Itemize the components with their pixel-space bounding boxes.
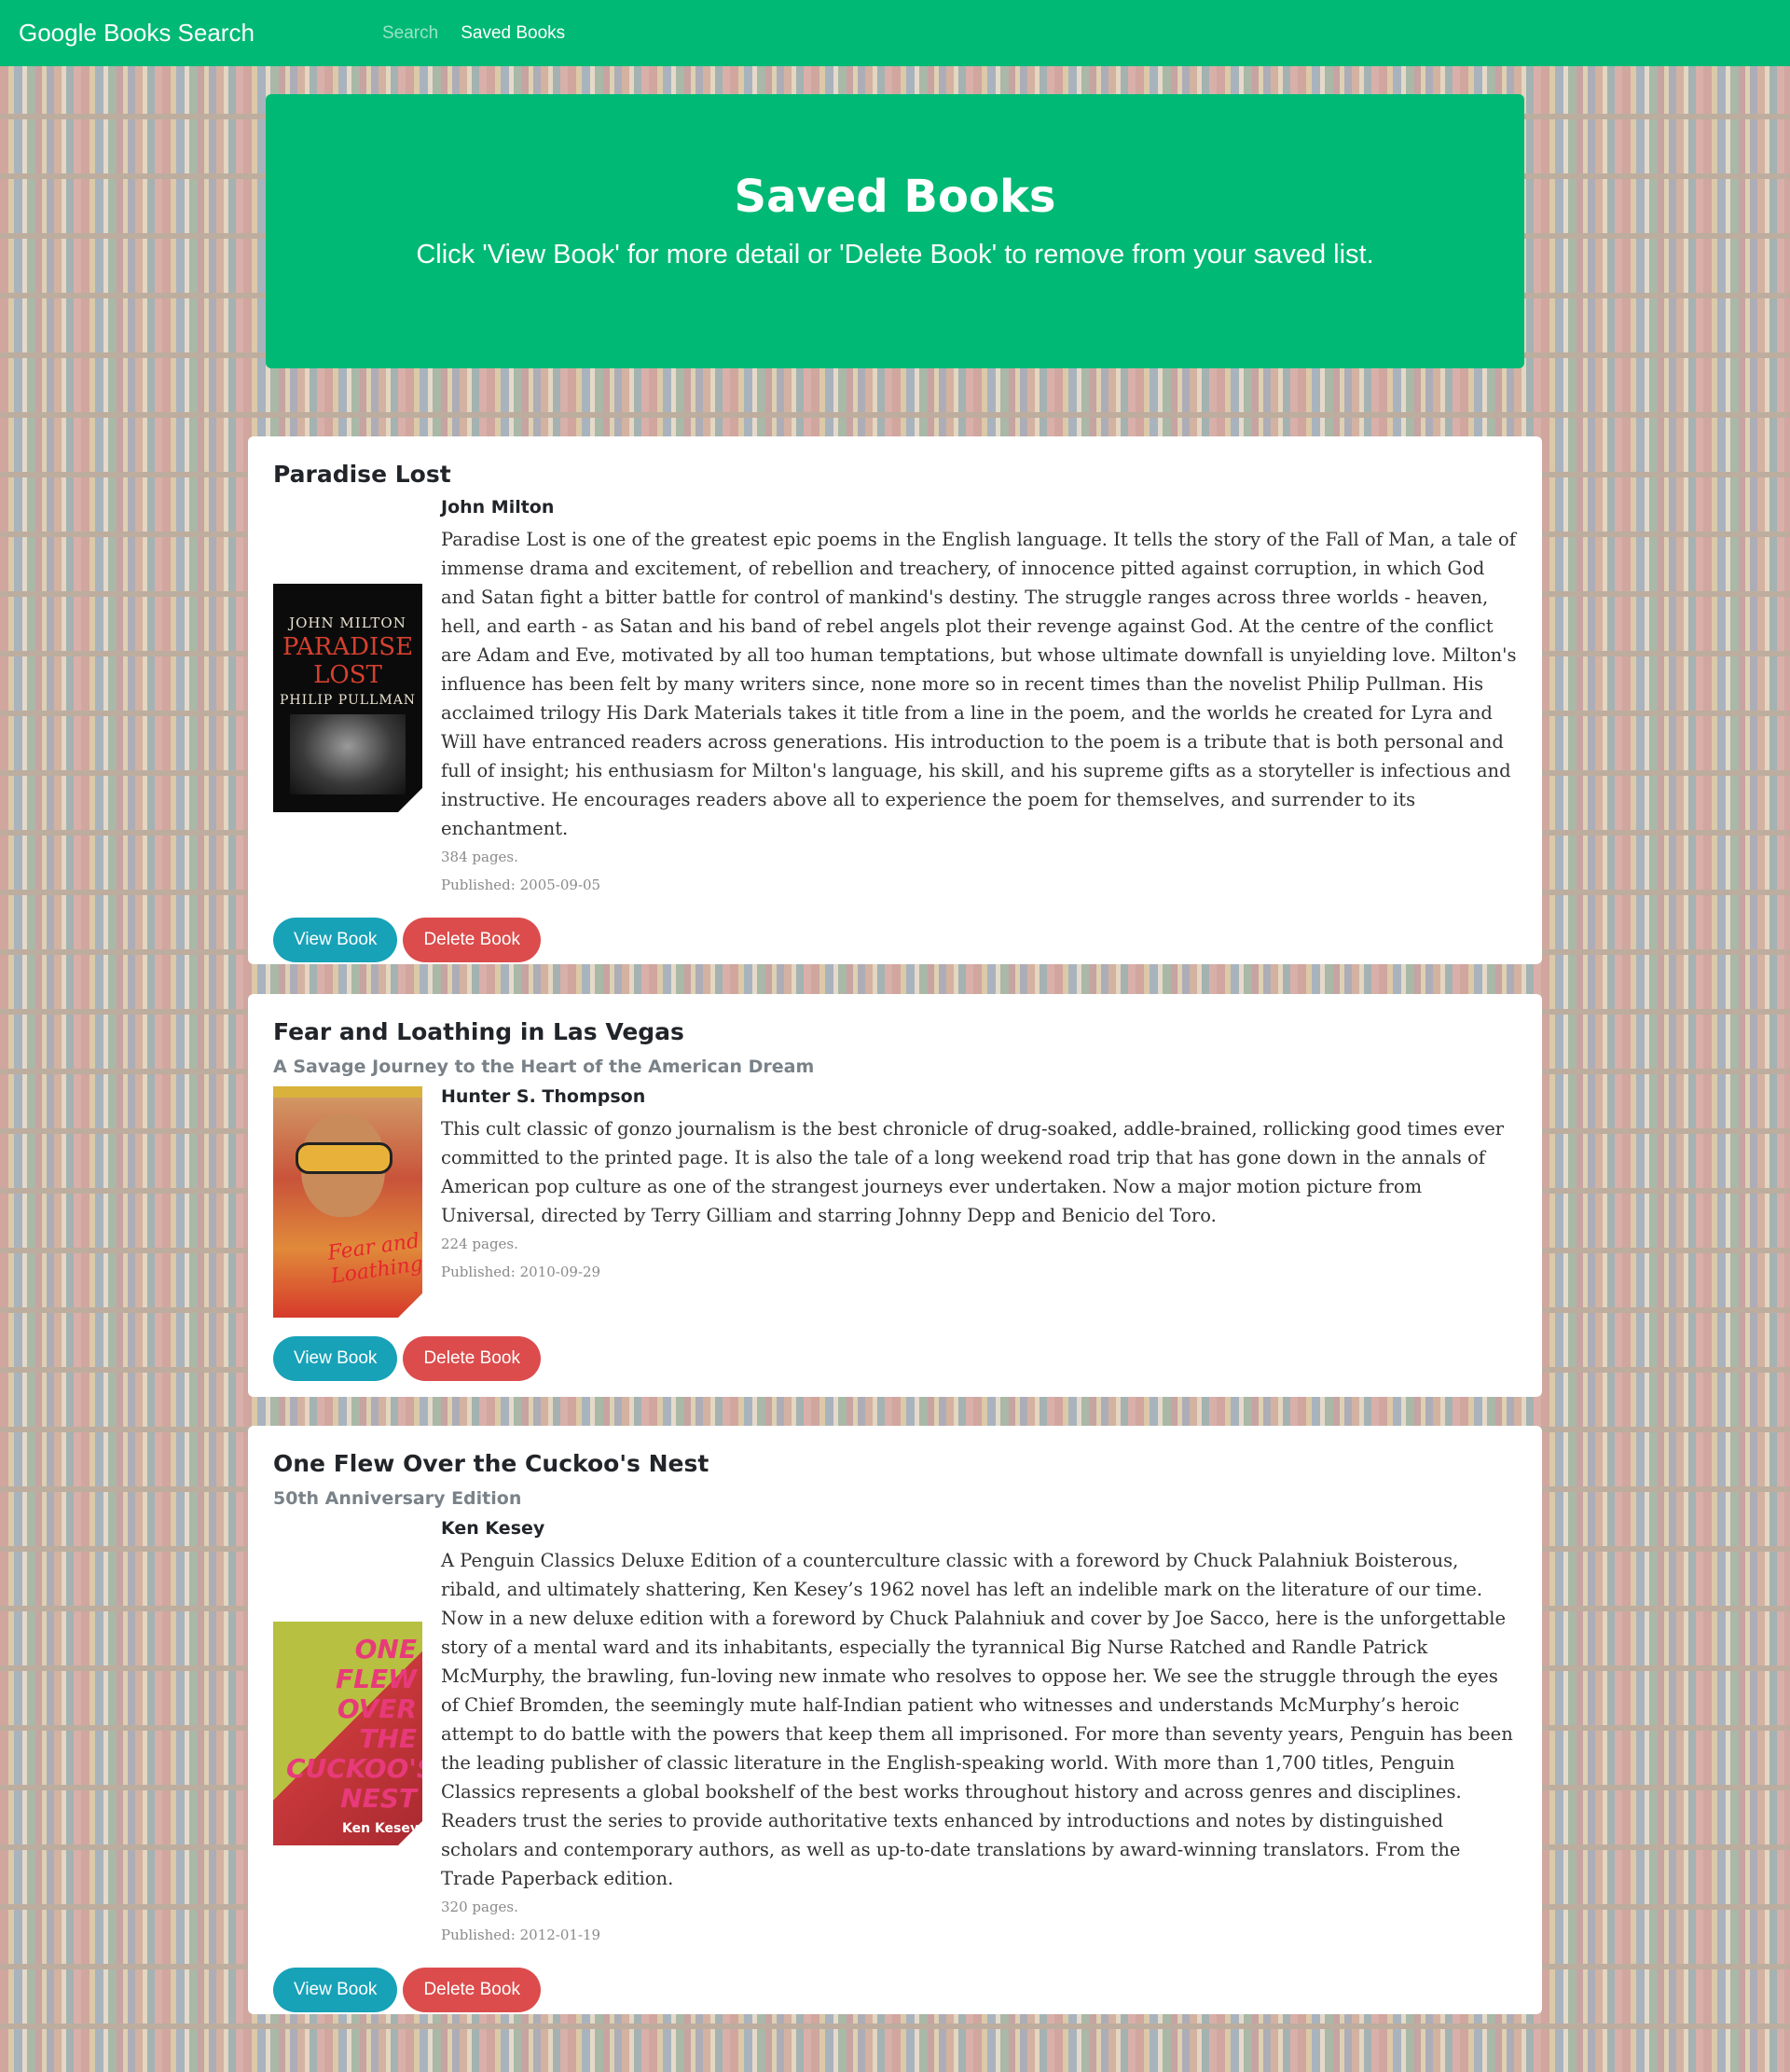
book-published: Published: 2005-09-05 <box>441 877 601 893</box>
book-cover-image: Fear and Loathing <box>273 1086 422 1318</box>
navbar: Google Books Search Search Saved Books <box>0 0 1790 66</box>
book-author: Hunter S. Thompson <box>441 1086 646 1107</box>
delete-book-button[interactable]: Delete Book <box>403 1336 541 1381</box>
book-subtitle: 50th Anniversary Edition <box>273 1488 522 1509</box>
book-title: Paradise Lost <box>273 461 451 488</box>
book-description: This cult classic of gonzo journalism is… <box>441 1118 1505 1226</box>
book-text: John Milton Paradise Lost is one of the … <box>441 497 1517 899</box>
book-cover-image: ONE FLEW OVER THE CUCKOO'S NEST Ken Kese… <box>273 1622 422 1845</box>
book-published: Published: 2012-01-19 <box>441 1927 601 1943</box>
book-author: Ken Kesey <box>441 1518 545 1539</box>
book-title: Fear and Loathing in Las Vegas <box>273 1018 684 1045</box>
cover-page-curl <box>398 788 422 812</box>
book-cover-column: Fear and Loathing <box>273 1086 441 1318</box>
book-published: Published: 2010-09-29 <box>441 1264 601 1280</box>
view-book-button[interactable]: View Book <box>273 1336 398 1381</box>
delete-book-button[interactable]: Delete Book <box>403 1968 541 2012</box>
book-body: JOHN MILTON PARADISE LOST PHILIP PULLMAN… <box>273 497 1517 899</box>
book-card: Paradise Lost JOHN MILTON PARADISE LOST … <box>248 436 1542 964</box>
book-text: Hunter S. Thompson This cult classic of … <box>441 1086 1517 1318</box>
book-pages: 224 pages. <box>441 1236 518 1252</box>
book-card: One Flew Over the Cuckoo's Nest 50th Ann… <box>248 1426 1542 2014</box>
nav-link-saved-books[interactable]: Saved Books <box>461 23 565 44</box>
book-text: Ken Kesey A Penguin Classics Deluxe Edit… <box>441 1518 1517 1949</box>
page-header: Saved Books Click 'View Book' for more d… <box>266 94 1524 368</box>
nav-link-search[interactable]: Search <box>382 23 438 44</box>
book-description: Paradise Lost is one of the greatest epi… <box>441 529 1517 839</box>
navbar-brand[interactable]: Google Books Search <box>19 19 382 48</box>
book-actions: View Book Delete Book <box>273 1968 1517 2012</box>
book-subtitle: A Savage Journey to the Heart of the Ame… <box>273 1057 815 1077</box>
view-book-button[interactable]: View Book <box>273 1968 398 2012</box>
book-cover-column: JOHN MILTON PARADISE LOST PHILIP PULLMAN <box>273 497 441 899</box>
book-description: A Penguin Classics Deluxe Edition of a c… <box>441 1550 1513 1889</box>
cover-art <box>290 714 406 794</box>
cover-page-curl <box>398 1821 422 1845</box>
page-subtitle: Click 'View Book' for more detail or 'De… <box>416 240 1374 269</box>
view-book-button[interactable]: View Book <box>273 918 398 962</box>
book-cover-image: JOHN MILTON PARADISE LOST PHILIP PULLMAN <box>273 584 422 812</box>
book-author: John Milton <box>441 497 555 518</box>
book-body: ONE FLEW OVER THE CUCKOO'S NEST Ken Kese… <box>273 1518 1517 1949</box>
book-title: One Flew Over the Cuckoo's Nest <box>273 1450 709 1477</box>
book-pages: 384 pages. <box>441 849 518 865</box>
book-card: Fear and Loathing in Las Vegas A Savage … <box>248 994 1542 1397</box>
book-actions: View Book Delete Book <box>273 918 1517 962</box>
delete-book-button[interactable]: Delete Book <box>403 918 541 962</box>
book-pages: 320 pages. <box>441 1899 518 1915</box>
page-title: Saved Books <box>734 171 1056 223</box>
book-body: Fear and Loathing Hunter S. Thompson Thi… <box>273 1086 1517 1318</box>
book-actions: View Book Delete Book <box>273 1336 1517 1381</box>
cover-page-curl <box>398 1293 422 1318</box>
book-cover-column: ONE FLEW OVER THE CUCKOO'S NEST Ken Kese… <box>273 1518 441 1949</box>
